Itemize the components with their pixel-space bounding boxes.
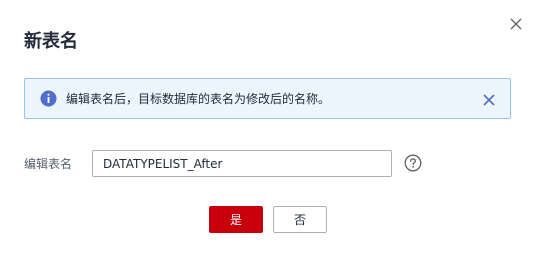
confirm-button[interactable]: 是 [209, 206, 263, 233]
table-name-label: 编辑表名 [24, 157, 73, 171]
alert-close-button[interactable] [482, 92, 496, 106]
info-icon [40, 90, 57, 107]
question-circle-icon[interactable] [404, 154, 422, 172]
dialog-title: 新表名 [24, 31, 78, 52]
info-alert: 编辑表名后，目标数据库的表名为修改后的名称。 [24, 78, 511, 119]
rename-table-dialog: 新表名 编辑表名后，目标数据库的表名为修改后的名称。 编辑表名 是 否 [0, 0, 540, 262]
table-name-input[interactable] [92, 150, 392, 177]
dialog-close-button[interactable] [508, 16, 524, 32]
cancel-button[interactable]: 否 [273, 206, 327, 233]
alert-message: 编辑表名后，目标数据库的表名为修改后的名称。 [66, 92, 331, 106]
close-icon [483, 94, 495, 106]
close-icon [510, 18, 522, 30]
